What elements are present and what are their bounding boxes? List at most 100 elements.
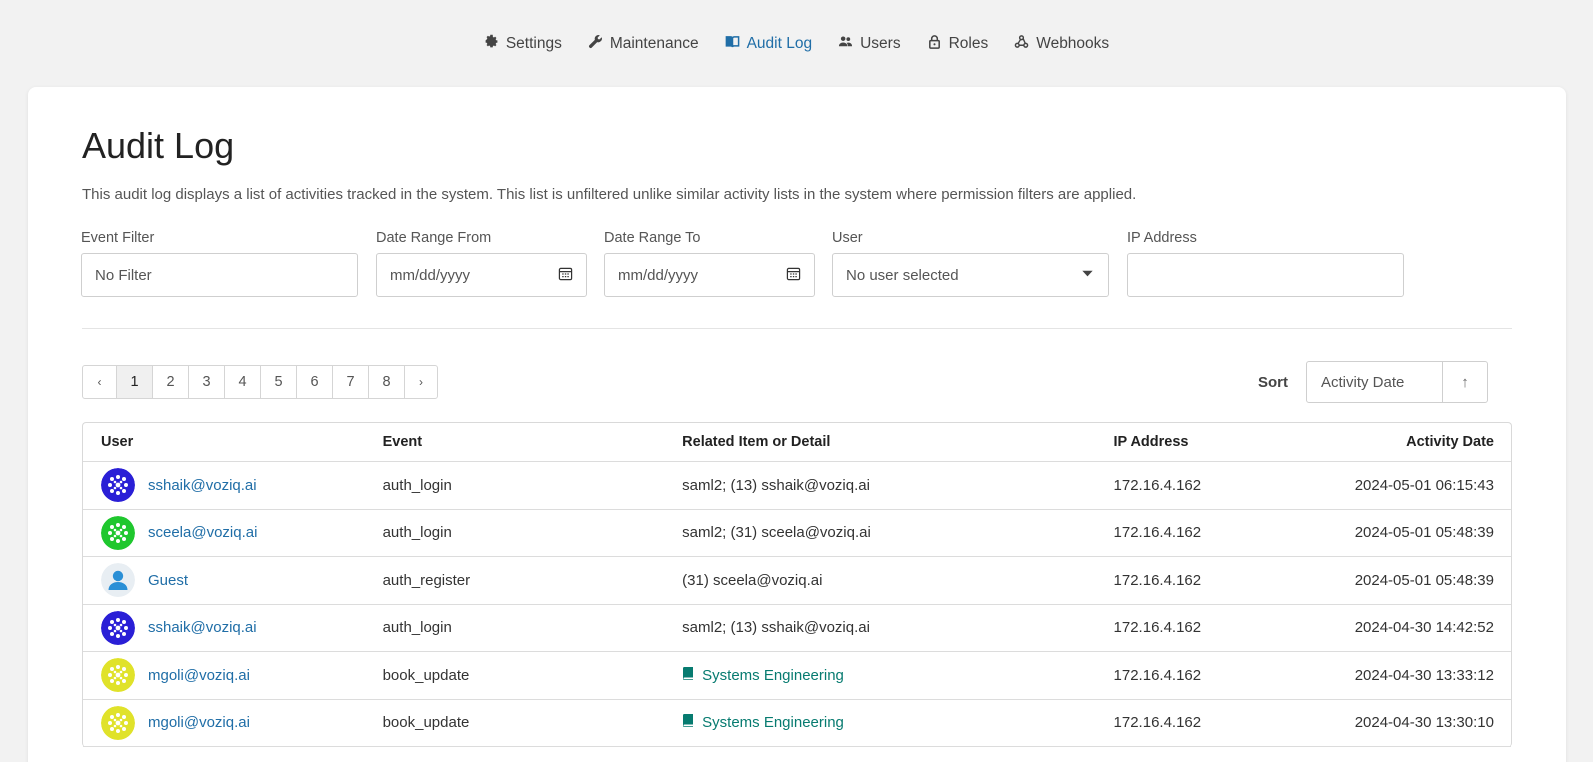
related-text: saml2; (31) sceela@voziq.ai [682, 524, 871, 542]
divider [82, 328, 1512, 329]
calendar-icon[interactable] [558, 266, 573, 285]
event-filter-select[interactable]: No Filter [81, 253, 358, 297]
cell-event: auth_login [382, 524, 452, 542]
nav-label: Roles [948, 35, 989, 52]
cell-ip: 172.16.4.162 [1113, 619, 1202, 637]
page-2-button[interactable]: 2 [152, 366, 188, 398]
calendar-icon[interactable] [786, 266, 801, 285]
related-text: saml2; (13) sshaik@voziq.ai [682, 476, 870, 494]
date-to-filter: Date Range To mm/dd/yyyy [604, 230, 815, 297]
cell-user: sceela@voziq.ai [83, 515, 383, 550]
table-body: sshaik@voziq.ai auth_login saml2; (13) s… [83, 462, 1511, 747]
avatar [101, 658, 135, 693]
related-book-link[interactable]: Systems Engineering [682, 714, 844, 731]
book-icon [682, 714, 694, 731]
user-link[interactable]: Guest [148, 572, 188, 589]
page-6-button[interactable]: 6 [296, 366, 332, 398]
header-related: Related Item or Detail [682, 434, 831, 450]
date-from-input[interactable]: mm/dd/yyyy [376, 253, 587, 297]
sort-field-button[interactable]: Activity Date [1307, 362, 1443, 402]
nav-label: Maintenance [609, 35, 699, 52]
cell-user: Guest [83, 563, 383, 598]
lock-icon [927, 34, 942, 54]
header-ip: IP Address [1113, 434, 1189, 450]
cell-related: (31) sceela@voziq.ai [682, 572, 1113, 589]
user-link[interactable]: sshaik@voziq.ai [148, 619, 257, 636]
avatar [101, 610, 135, 645]
user-link[interactable]: mgoli@voziq.ai [148, 667, 250, 684]
cell-related: saml2; (13) sshaik@voziq.ai [682, 619, 1113, 636]
user-link[interactable]: sshaik@voziq.ai [148, 477, 257, 494]
page-prev-button[interactable]: ‹ [83, 366, 116, 398]
page-8-button[interactable]: 8 [368, 366, 404, 398]
page-5-button[interactable]: 5 [260, 366, 296, 398]
sort-direction-button[interactable]: ↑ [1443, 362, 1487, 402]
cell-ip: 172.16.4.162 [1113, 714, 1202, 732]
page-1-button[interactable]: 1 [116, 366, 152, 398]
page-4-button[interactable]: 4 [224, 366, 260, 398]
nav-roles[interactable]: Roles [914, 30, 1002, 58]
cell-user: mgoli@voziq.ai [83, 705, 383, 740]
header-event: Event [382, 434, 423, 450]
cell-event: auth_login [382, 476, 452, 494]
cell-related: Systems Engineering [682, 714, 1113, 731]
user-link[interactable]: sceela@voziq.ai [148, 524, 257, 541]
related-text: (31) sceela@voziq.ai [682, 571, 823, 589]
header-user: User [101, 434, 134, 450]
cell-ip: 172.16.4.162 [1113, 524, 1202, 542]
table-row: mgoli@voziq.ai book_update Systems Engin… [83, 652, 1511, 700]
ip-filter: IP Address [1127, 230, 1404, 297]
event-filter-label: Event Filter [81, 230, 155, 246]
cell-user: sshaik@voziq.ai [83, 468, 383, 503]
related-text: Systems Engineering [702, 666, 844, 684]
table-row: sshaik@voziq.ai auth_login saml2; (13) s… [83, 462, 1511, 510]
cell-related: saml2; (13) sshaik@voziq.ai [682, 477, 1113, 494]
nav-settings[interactable]: Settings [471, 30, 575, 58]
audit-log-card: Audit Log This audit log displays a list… [28, 87, 1566, 762]
table-row: mgoli@voziq.ai book_update Systems Engin… [83, 700, 1511, 747]
admin-nav: Settings Maintenance Audit Log Users Rol… [0, 30, 1593, 58]
cell-date: 2024-04-30 14:42:52 [1354, 619, 1494, 637]
cell-ip: 172.16.4.162 [1113, 666, 1202, 684]
related-book-link[interactable]: Systems Engineering [682, 666, 844, 684]
nav-label: Users [860, 35, 901, 52]
cell-date: 2024-05-01 06:15:43 [1354, 476, 1494, 494]
related-text: saml2; (13) sshaik@voziq.ai [682, 619, 870, 637]
webhook-icon [1014, 34, 1029, 54]
pagination: ‹ 1 2 3 4 5 6 7 8 › [82, 365, 438, 399]
table-header: User Event Related Item or Detail IP Add… [83, 423, 1511, 462]
caret-down-icon [1080, 266, 1095, 285]
date-from-placeholder: mm/dd/yyyy [390, 266, 471, 284]
date-to-input[interactable]: mm/dd/yyyy [604, 253, 815, 297]
cell-user: sshaik@voziq.ai [83, 610, 383, 645]
header-date: Activity Date [1406, 434, 1494, 450]
table-row: sshaik@voziq.ai auth_login saml2; (13) s… [83, 605, 1511, 652]
related-text: Systems Engineering [702, 714, 844, 732]
page-3-button[interactable]: 3 [188, 366, 224, 398]
ip-filter-input[interactable] [1127, 253, 1404, 297]
cell-event: book_update [382, 666, 470, 684]
users-icon [838, 34, 853, 54]
page-7-button[interactable]: 7 [332, 366, 368, 398]
nav-webhooks[interactable]: Webhooks [1001, 30, 1122, 58]
page-next-button[interactable]: › [404, 366, 437, 398]
avatar [101, 705, 135, 740]
user-link[interactable]: mgoli@voziq.ai [148, 714, 250, 731]
nav-label: Settings [505, 35, 562, 52]
avatar [101, 563, 135, 598]
wrench-icon [588, 34, 603, 54]
page-description: This audit log displays a list of activi… [82, 186, 1137, 203]
nav-label: Webhooks [1036, 35, 1110, 52]
user-filter-select[interactable]: No user selected [832, 253, 1109, 297]
date-to-label: Date Range To [604, 230, 701, 246]
nav-users[interactable]: Users [825, 30, 913, 58]
avatar [101, 515, 135, 550]
cell-related: Systems Engineering [682, 666, 1113, 684]
audit-table: User Event Related Item or Detail IP Add… [82, 422, 1512, 747]
ip-filter-label: IP Address [1127, 230, 1197, 246]
nav-audit-log[interactable]: Audit Log [712, 30, 826, 58]
page-title: Audit Log [82, 125, 235, 166]
cell-user: mgoli@voziq.ai [83, 658, 383, 693]
sort-control: Sort Activity Date ↑ [1258, 361, 1488, 403]
nav-maintenance[interactable]: Maintenance [575, 30, 712, 58]
